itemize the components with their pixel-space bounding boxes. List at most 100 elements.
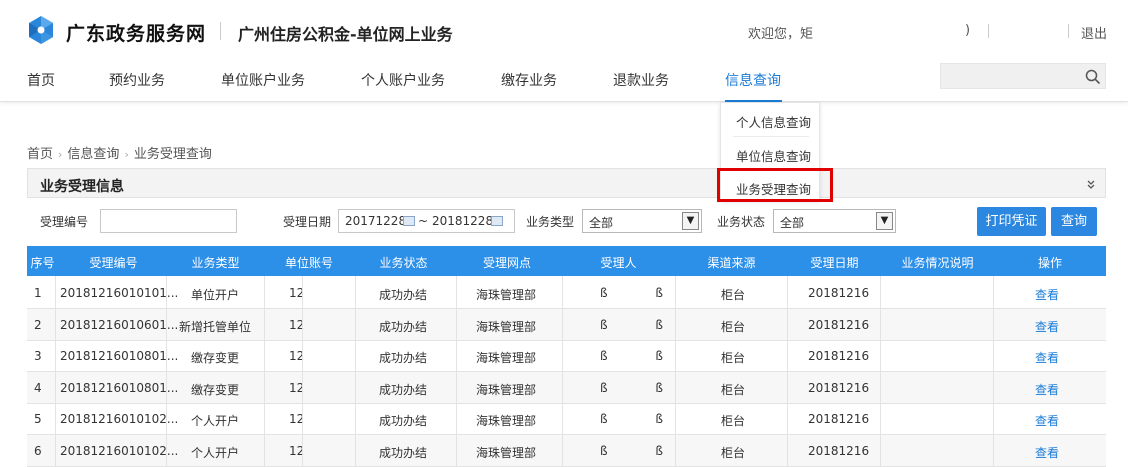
nav-item-refund[interactable]: 退款业务: [613, 70, 669, 90]
nav-item-home[interactable]: 首页: [27, 70, 55, 90]
business-type-select[interactable]: 全部 ▼: [582, 209, 702, 233]
header-divider: [988, 24, 989, 38]
dropdown-divider: [733, 136, 809, 137]
cell-channel: 柜台: [721, 382, 746, 397]
cell-branch: 海珠管理部: [476, 319, 537, 334]
business-status-label: 业务状态: [717, 215, 766, 229]
cell-status: 成功办结: [379, 351, 428, 365]
chevron-down-icon[interactable]: ▼: [876, 212, 893, 230]
cell-no: 6: [34, 443, 42, 458]
business-status-value: 全部: [780, 216, 805, 230]
query-button[interactable]: 查询: [1051, 207, 1097, 236]
cell-status: 成功办结: [379, 319, 428, 334]
table-row: 5 20181216010102... 个人开户 12 成功办结 海珠管理部 ß ß 柜台 20…: [27, 403, 1106, 435]
col-header-note: 业务情况说明: [901, 256, 974, 270]
logout-link[interactable]: 退出: [1081, 23, 1107, 42]
cell-date: 20181216: [808, 317, 870, 332]
business-type-label: 业务类型: [526, 215, 575, 229]
view-link[interactable]: 查看: [1035, 286, 1059, 303]
cell-date: 20181216: [808, 349, 870, 363]
cell-accept-no: 20181216010102...: [60, 412, 179, 426]
breadcrumb-info-query[interactable]: 信息查询: [67, 147, 119, 162]
col-header-branch: 受理网点: [482, 256, 531, 270]
breadcrumb-home[interactable]: 首页: [27, 147, 53, 162]
cell-channel: 柜台: [721, 351, 746, 365]
cell-no: 3: [34, 349, 42, 363]
date-from[interactable]: 20171228: [345, 214, 406, 228]
brand-name: 广东政务服务网: [66, 23, 207, 45]
cell-handler: ß ß: [600, 317, 685, 332]
cell-date: 20181216: [808, 412, 870, 426]
cell-branch: 海珠管理部: [476, 382, 537, 397]
cell-status: 成功办结: [379, 288, 428, 302]
column-divider: [456, 276, 457, 467]
dropdown-item-unit-info[interactable]: 单位信息查询: [736, 146, 811, 165]
column-divider: [993, 276, 994, 467]
cell-status: 成功办结: [379, 445, 428, 460]
cell-type: 缴存变更: [190, 382, 239, 397]
chevron-right-icon: ›: [124, 148, 129, 161]
col-header-channel: 渠道来源: [707, 256, 756, 270]
panel-title: 业务受理信息: [40, 179, 124, 195]
nav-item-deposit[interactable]: 缴存业务: [501, 70, 557, 90]
cell-date: 20181216: [808, 286, 870, 300]
nav-item-personal-account[interactable]: 个人账户业务: [361, 70, 445, 90]
user-info-suffix: ): [965, 23, 971, 38]
cell-accept-no: 20181216010801...: [60, 380, 179, 395]
column-divider: [264, 276, 265, 467]
view-link[interactable]: 查看: [1035, 381, 1059, 398]
date-label: 受理日期: [283, 215, 332, 229]
view-link[interactable]: 查看: [1035, 318, 1059, 335]
cell-handler: ß ß: [600, 412, 685, 426]
column-divider: [675, 276, 676, 467]
dropdown-item-personal-info[interactable]: 个人信息查询: [736, 112, 811, 131]
cell-accept-no: 20181216010101...: [60, 286, 179, 300]
cell-branch: 海珠管理部: [476, 414, 537, 428]
accept-no-input[interactable]: [100, 209, 237, 233]
cell-type: 个人开户: [190, 445, 239, 460]
chevron-down-icon[interactable]: ▼: [682, 212, 699, 230]
calendar-icon[interactable]: [491, 216, 503, 226]
search-input[interactable]: [940, 63, 1106, 89]
cell-type: 新增托管单位: [178, 319, 251, 334]
header: 广东政务服务网 广州住房公积金-单位网上业务 欢迎您，矩 ) 退出: [0, 0, 1128, 64]
table-row: 2 20181216010601... 新增托管单位 12 成功办结 海珠管理部 ß ß 柜台…: [27, 308, 1106, 341]
table-row: 6 20181216010102... 个人开户 12 成功办结 海珠管理部 ß ß 柜台 20…: [27, 434, 1106, 467]
column-divider: [562, 276, 563, 467]
business-status-select[interactable]: 全部 ▼: [773, 209, 896, 233]
nav-item-info-query[interactable]: 信息查询: [725, 70, 781, 90]
cell-status: 成功办结: [379, 414, 428, 428]
cell-no: 5: [34, 412, 42, 426]
view-link[interactable]: 查看: [1035, 412, 1059, 429]
date-to[interactable]: 20181228: [432, 214, 493, 228]
view-link[interactable]: 查看: [1035, 444, 1059, 461]
table-row: 3 20181216010801... 缴存变更 12 成功办结 海珠管理部 ß ß 柜台 20…: [27, 340, 1106, 372]
collapse-icon[interactable]: [1087, 180, 1095, 192]
nav-item-appointment[interactable]: 预约业务: [109, 70, 165, 90]
table-header: 序号 受理编号 业务类型 单位账号 业务状态 受理网点 受理人 渠道来源 受理日…: [27, 246, 1106, 276]
search-icon[interactable]: [1085, 69, 1101, 85]
header-divider: [1068, 24, 1069, 38]
chevron-right-icon: ›: [58, 148, 63, 161]
calendar-icon[interactable]: [403, 216, 415, 226]
date-separator: ~: [418, 214, 429, 228]
cell-channel: 柜台: [721, 445, 746, 460]
cell-channel: 柜台: [721, 288, 746, 302]
nav-item-unit-account[interactable]: 单位账户业务: [221, 70, 305, 90]
cell-no: 1: [34, 286, 42, 300]
cell-no: 4: [34, 380, 42, 395]
print-voucher-button[interactable]: 打印凭证: [977, 207, 1046, 236]
cell-status: 成功办结: [379, 382, 428, 397]
column-divider: [355, 276, 356, 467]
view-link[interactable]: 查看: [1035, 349, 1059, 366]
highlight-annotation: [717, 168, 833, 202]
col-header-no: 序号: [30, 256, 55, 270]
cell-accept-no: 20181216010601...: [60, 317, 179, 332]
column-divider: [55, 276, 56, 467]
business-type-value: 全部: [589, 216, 614, 230]
col-header-status: 业务状态: [379, 256, 428, 270]
cell-handler: ß ß: [600, 349, 685, 363]
accept-no-label: 受理编号: [40, 215, 89, 229]
gov-logo-icon: [29, 16, 53, 44]
cell-type: 个人开户: [190, 414, 239, 428]
